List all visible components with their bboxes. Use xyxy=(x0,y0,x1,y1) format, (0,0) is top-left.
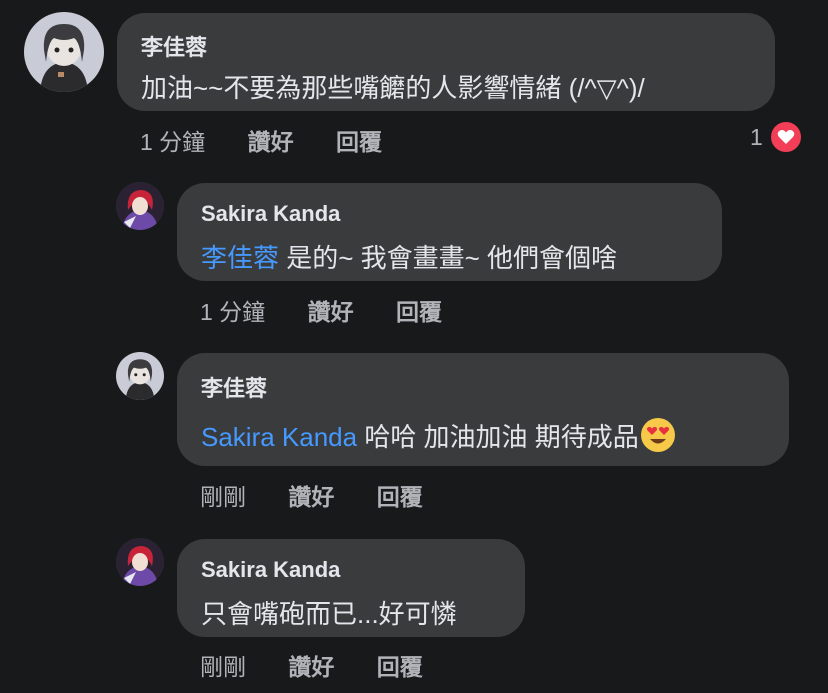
comment-text-body: 哈哈 加油加油 期待成品 xyxy=(357,422,639,452)
like-button[interactable]: 讚好 xyxy=(288,654,334,680)
reaction-summary[interactable]: 1 xyxy=(750,120,803,154)
reply-button[interactable]: 回覆 xyxy=(336,129,382,155)
mention-link[interactable]: 李佳蓉 xyxy=(201,243,279,273)
comment-actions: 1 分鐘 讚好 回覆 xyxy=(200,293,478,327)
like-button[interactable]: 讚好 xyxy=(248,129,294,155)
comment-bubble: 李佳蓉 加油~~不要為那些嘴饝的人影響情緒 (/^▽^)/ xyxy=(117,13,775,111)
avatar-li-jiarong[interactable] xyxy=(116,352,164,400)
comment-bubble: 李佳蓉 Sakira Kanda 哈哈 加油加油 期待成品 xyxy=(177,353,789,466)
comment-text: 加油~~不要為那些嘴饝的人影響情緒 (/^▽^)/ xyxy=(141,73,645,103)
reply-button[interactable]: 回覆 xyxy=(377,654,423,680)
red-hair-avatar-icon xyxy=(116,182,164,230)
comment-actions: 剛剛 讚好 回覆 xyxy=(200,648,459,682)
comment-bubble: Sakira Kanda 李佳蓉 是的~ 我會畫畫~ 他們會個啥 xyxy=(177,183,722,281)
mention-link[interactable]: Sakira Kanda xyxy=(201,422,357,452)
heart-eyes-emoji-icon xyxy=(640,418,675,452)
reaction-count: 1 xyxy=(750,123,763,150)
comment-author[interactable]: 李佳蓉 xyxy=(201,371,267,403)
comment-bubble: Sakira Kanda 只會嘴砲而已...好可憐 xyxy=(177,539,525,637)
reply-button[interactable]: 回覆 xyxy=(377,484,423,510)
comment-text: 李佳蓉 是的~ 我會畫畫~ 他們會個啥 xyxy=(201,238,617,275)
comment-text: 只會嘴砲而已...好可憐 xyxy=(201,599,457,629)
avatar-sakira-kanda[interactable] xyxy=(116,538,164,586)
comment-time[interactable]: 1 分鐘 xyxy=(200,299,265,325)
girl-avatar-icon xyxy=(116,352,164,400)
comment-actions: 1 分鐘 讚好 回覆 xyxy=(140,123,418,157)
reply-button[interactable]: 回覆 xyxy=(396,299,442,325)
girl-avatar-icon xyxy=(24,12,104,92)
avatar-sakira-kanda[interactable] xyxy=(116,182,164,230)
comment-author[interactable]: Sakira Kanda xyxy=(201,201,340,227)
avatar-li-jiarong[interactable] xyxy=(24,12,104,92)
comment-time[interactable]: 1 分鐘 xyxy=(140,129,205,155)
red-hair-avatar-icon xyxy=(116,538,164,586)
heart-reaction-icon xyxy=(768,120,803,154)
comment-text: Sakira Kanda 哈哈 加油加油 期待成品 xyxy=(201,417,675,454)
comment-time[interactable]: 剛剛 xyxy=(200,484,246,510)
comment-time[interactable]: 剛剛 xyxy=(200,654,246,680)
comment-text-body: 是的~ 我會畫畫~ 他們會個啥 xyxy=(279,243,618,273)
comment-author[interactable]: Sakira Kanda xyxy=(201,557,340,583)
like-button[interactable]: 讚好 xyxy=(288,484,334,510)
comment-actions: 剛剛 讚好 回覆 xyxy=(200,478,459,512)
like-button[interactable]: 讚好 xyxy=(308,299,354,325)
comment-author[interactable]: 李佳蓉 xyxy=(141,30,207,62)
